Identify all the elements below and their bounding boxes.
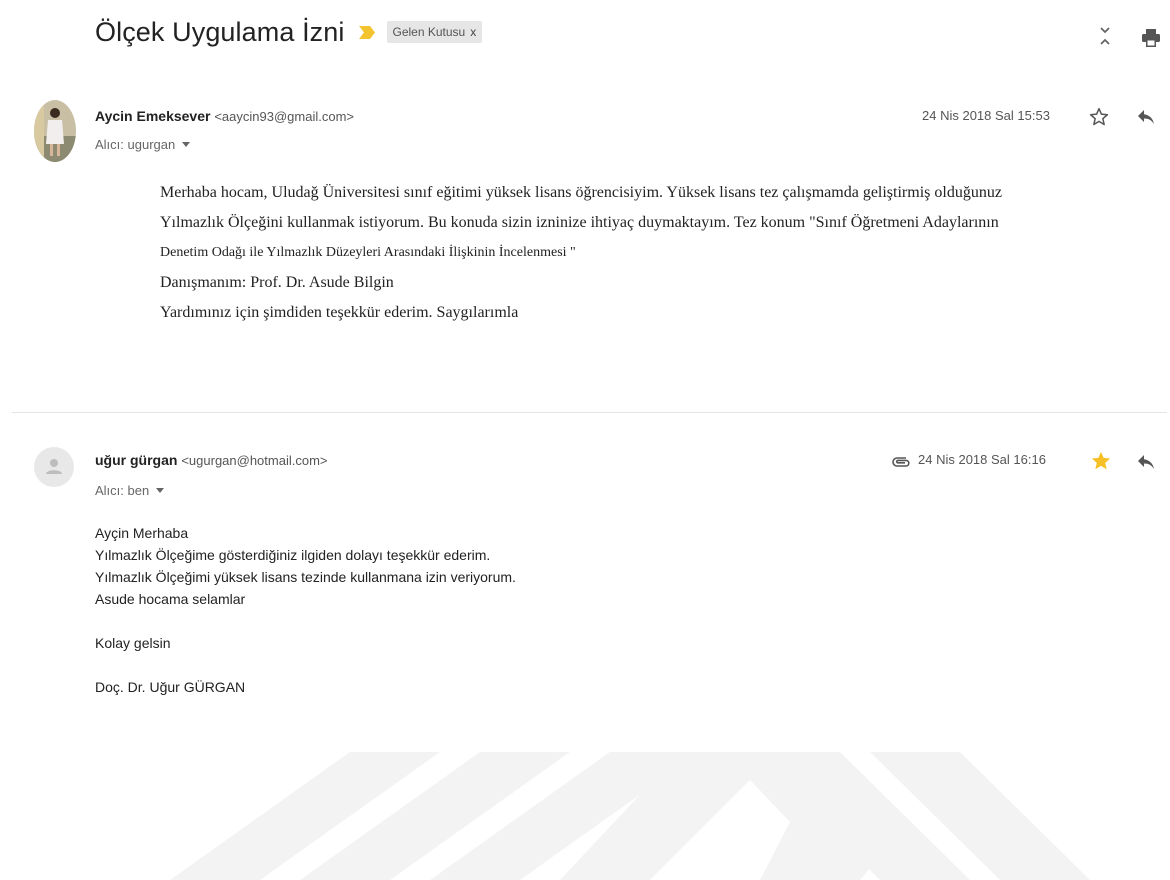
- sender-email: <ugurgan@hotmail.com>: [181, 453, 328, 468]
- body-line: Kolay gelsin: [95, 635, 171, 651]
- chevron-down-icon: [182, 142, 191, 147]
- body-line: Merhaba hocam, Uludağ Üniversitesi sınıf…: [160, 184, 1002, 201]
- recipient-text: Alıcı: ben: [95, 483, 150, 498]
- body-line: Danışmanım: Prof. Dr. Asude Bilgin: [160, 274, 394, 291]
- body-line: Yılmazlık Ölçeğini kullanmak istiyorum. …: [160, 214, 999, 231]
- sender-email: <aaycin93@gmail.com>: [214, 109, 354, 124]
- thread-header: Ölçek Uygulama İzni Gelen Kutusu x: [95, 12, 483, 52]
- recipient-details-toggle[interactable]: Alıcı: ugurgan: [95, 137, 191, 152]
- remove-label-button[interactable]: x: [470, 25, 476, 39]
- sender-name[interactable]: uğur gürgan: [95, 452, 177, 468]
- body-line: Yılmazlık Ölçeğime gösterdiğiniz ilgiden…: [95, 547, 491, 563]
- print-icon[interactable]: [1140, 24, 1162, 52]
- body-line: Ayçin Merhaba: [95, 525, 189, 541]
- sender-name[interactable]: Aycin Emeksever: [95, 108, 210, 124]
- signature: Doç. Dr. Uğur GÜRGAN: [95, 679, 246, 695]
- expand-collapse-icon[interactable]: [1094, 24, 1116, 52]
- divider: [12, 412, 1167, 413]
- star-outline-icon[interactable]: [1088, 106, 1110, 128]
- chevron-down-icon: [156, 488, 165, 493]
- message-body: Ayçin Merhaba Yılmazlık Ölçeğime gösterd…: [95, 522, 516, 698]
- recipient-text: Alıcı: ugurgan: [95, 137, 176, 152]
- body-line: Yılmazlık Ölçeğimi yüksek lisans tezinde…: [95, 569, 516, 585]
- avatar: [34, 100, 76, 162]
- star-filled-icon[interactable]: [1090, 450, 1112, 472]
- attachment-icon: [889, 451, 913, 473]
- reply-icon[interactable]: [1135, 106, 1157, 128]
- body-line: Denetim Odağı ile Yılmazlık Düzeyleri Ar…: [160, 245, 576, 260]
- sender-line: uğur gürgan <ugurgan@hotmail.com>: [95, 452, 328, 468]
- message-date: 24 Nis 2018 Sal 15:53: [922, 108, 1050, 123]
- recipient-details-toggle[interactable]: Alıcı: ben: [95, 483, 165, 498]
- body-line: Asude hocama selamlar: [95, 591, 246, 607]
- reply-icon[interactable]: [1135, 451, 1157, 473]
- message-body: Merhaba hocam, Uludağ Üniversitesi sınıf…: [160, 178, 1160, 328]
- watermark: [170, 752, 1090, 880]
- person-icon: [34, 447, 74, 487]
- label-chip-inbox: Gelen Kutusu x: [386, 21, 483, 43]
- body-line: Yardımınız için şimdiden teşekkür ederim…: [160, 304, 519, 321]
- label-chip-text: Gelen Kutusu: [392, 25, 466, 39]
- importance-marker-icon[interactable]: [358, 25, 375, 39]
- thread-subject: Ölçek Uygulama İzni: [95, 16, 345, 47]
- sender-line: Aycin Emeksever <aaycin93@gmail.com>: [95, 108, 354, 124]
- message-date: 24 Nis 2018 Sal 16:16: [918, 452, 1046, 467]
